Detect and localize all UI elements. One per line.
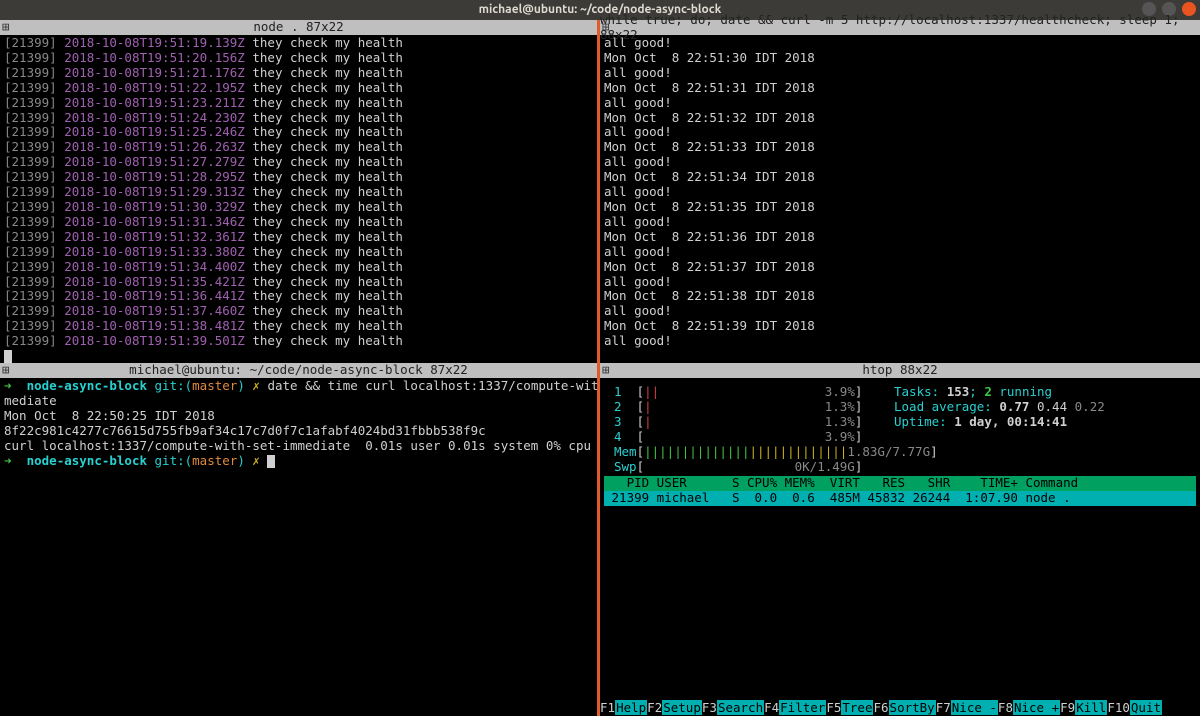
pane-title-top-left: ⊞ node . 87x22 bbox=[0, 20, 597, 35]
corner-icon: ⊞ bbox=[602, 20, 610, 35]
output-line: curl localhost:1337/compute-with-set-imm… bbox=[4, 439, 593, 454]
htop-function-keys: F1Help F2SetupF3SearchF4FilterF5Tree F6S… bbox=[600, 701, 1200, 716]
date-line: Mon Oct 8 22:51:34 IDT 2018 bbox=[604, 170, 1196, 185]
log-line: [21399] 2018-10-08T19:51:27.279Z they ch… bbox=[4, 155, 593, 170]
corner-icon: ⊞ bbox=[2, 20, 10, 35]
fkey-f3[interactable]: F3Search bbox=[702, 701, 764, 716]
log-line: [21399] 2018-10-08T19:51:33.380Z they ch… bbox=[4, 245, 593, 260]
log-line: [21399] 2018-10-08T19:51:23.211Z they ch… bbox=[4, 96, 593, 111]
pane-healthcheck[interactable]: all good!Mon Oct 8 22:51:30 IDT 2018all … bbox=[600, 35, 1200, 363]
date-line: Mon Oct 8 22:51:31 IDT 2018 bbox=[604, 81, 1196, 96]
log-line: [21399] 2018-10-08T19:51:37.460Z they ch… bbox=[4, 304, 593, 319]
prompt-line: ➜ node-async-block git:(master) ✗ date &… bbox=[4, 379, 593, 394]
log-line: [21399] 2018-10-08T19:51:21.176Z they ch… bbox=[4, 66, 593, 81]
swap-meter: Swp[ 0K/1.49G] bbox=[614, 460, 894, 475]
date-line: Mon Oct 8 22:51:33 IDT 2018 bbox=[604, 140, 1196, 155]
cpu-meter: 4 [ 3.9%] bbox=[614, 430, 894, 445]
log-line: [21399] 2018-10-08T19:51:29.313Z they ch… bbox=[4, 185, 593, 200]
date-line: Mon Oct 8 22:51:32 IDT 2018 bbox=[604, 111, 1196, 126]
log-line: [21399] 2018-10-08T19:51:26.263Z they ch… bbox=[4, 140, 593, 155]
fkey-f7[interactable]: F7Nice - bbox=[936, 701, 998, 716]
date-line: Mon Oct 8 22:51:35 IDT 2018 bbox=[604, 200, 1196, 215]
fkey-f1[interactable]: F1Help bbox=[600, 701, 647, 716]
health-line: all good! bbox=[604, 96, 1196, 111]
load-line: Load average: 0.77 0.44 0.22 bbox=[894, 400, 1105, 415]
date-line: Mon Oct 8 22:51:36 IDT 2018 bbox=[604, 230, 1196, 245]
date-line: Mon Oct 8 22:51:30 IDT 2018 bbox=[604, 51, 1196, 66]
process-row[interactable]: 21399 michael S 0.0 0.6 485M 45832 26244… bbox=[604, 491, 1196, 506]
pane-title-top-right: ⊞ while true; do; date && curl -m 5 http… bbox=[600, 20, 1200, 35]
log-line: [21399] 2018-10-08T19:51:35.421Z they ch… bbox=[4, 275, 593, 290]
prompt-line[interactable]: ➜ node-async-block git:(master) ✗ bbox=[4, 454, 593, 469]
log-line: [21399] 2018-10-08T19:51:30.329Z they ch… bbox=[4, 200, 593, 215]
pane-node-log[interactable]: [21399] 2018-10-08T19:51:19.139Z they ch… bbox=[0, 35, 597, 363]
corner-icon: ⊞ bbox=[2, 363, 10, 378]
fkey-f8[interactable]: F8Nice + bbox=[998, 701, 1060, 716]
log-line: [21399] 2018-10-08T19:51:25.246Z they ch… bbox=[4, 125, 593, 140]
health-line: all good! bbox=[604, 245, 1196, 260]
log-line: [21399] 2018-10-08T19:51:24.230Z they ch… bbox=[4, 111, 593, 126]
output-line: Mon Oct 8 22:50:25 IDT 2018 bbox=[4, 409, 593, 424]
log-line: [21399] 2018-10-08T19:51:32.361Z they ch… bbox=[4, 230, 593, 245]
log-line: [21399] 2018-10-08T19:51:39.501Z they ch… bbox=[4, 334, 593, 349]
log-line: [21399] 2018-10-08T19:51:34.400Z they ch… bbox=[4, 260, 593, 275]
log-line: [21399] 2018-10-08T19:51:28.295Z they ch… bbox=[4, 170, 593, 185]
pane-shell[interactable]: ➜ node-async-block git:(master) ✗ date &… bbox=[0, 378, 597, 716]
date-line: Mon Oct 8 22:51:37 IDT 2018 bbox=[604, 260, 1196, 275]
log-line: [21399] 2018-10-08T19:51:38.481Z they ch… bbox=[4, 319, 593, 334]
log-line: [21399] 2018-10-08T19:51:22.195Z they ch… bbox=[4, 81, 593, 96]
fkey-f4[interactable]: F4Filter bbox=[764, 701, 826, 716]
health-line: all good! bbox=[604, 215, 1196, 230]
cpu-meter: 1 [|| 3.9%] bbox=[614, 385, 894, 400]
cpu-meter: 2 [| 1.3%] bbox=[614, 400, 894, 415]
htop-header[interactable]: PID USER S CPU% MEM% VIRT RES SHR TIME+ … bbox=[604, 476, 1196, 491]
date-line: Mon Oct 8 22:51:39 IDT 2018 bbox=[604, 319, 1196, 334]
pane-title-bottom-right: ⊞ htop 88x22 bbox=[600, 363, 1200, 378]
fkey-f6[interactable]: F6SortBy bbox=[873, 701, 935, 716]
log-line: [21399] 2018-10-08T19:51:19.139Z they ch… bbox=[4, 36, 593, 51]
fkey-f9[interactable]: F9Kill bbox=[1060, 701, 1107, 716]
log-line: [21399] 2018-10-08T19:51:31.346Z they ch… bbox=[4, 215, 593, 230]
date-line: Mon Oct 8 22:51:38 IDT 2018 bbox=[604, 289, 1196, 304]
health-line: all good! bbox=[604, 125, 1196, 140]
fkey-f10[interactable]: F10Quit bbox=[1107, 701, 1162, 716]
tasks-line: Tasks: 153; 2 running bbox=[894, 385, 1105, 400]
health-line: all good! bbox=[604, 185, 1196, 200]
health-line: all good! bbox=[604, 155, 1196, 170]
uptime-line: Uptime: 1 day, 00:14:41 bbox=[894, 415, 1105, 430]
corner-icon: ⊞ bbox=[602, 363, 610, 378]
health-line: all good! bbox=[604, 334, 1196, 349]
output-line: 8f22c981c4277c76615d755fb9af34c17c7d0f7c… bbox=[4, 424, 593, 439]
fkey-f2[interactable]: F2Setup bbox=[647, 701, 702, 716]
pane-title-bottom-left: ⊞ michael@ubuntu: ~/code/node-async-bloc… bbox=[0, 363, 597, 378]
fkey-f5[interactable]: F5Tree bbox=[826, 701, 873, 716]
log-line: [21399] 2018-10-08T19:51:36.441Z they ch… bbox=[4, 289, 593, 304]
health-line: all good! bbox=[604, 66, 1196, 81]
health-line: all good! bbox=[604, 304, 1196, 319]
log-line: [21399] 2018-10-08T19:51:20.156Z they ch… bbox=[4, 51, 593, 66]
cursor bbox=[267, 455, 275, 468]
mem-meter: Mem[|||||||||||||||||||||||||||1.83G/7.7… bbox=[614, 445, 894, 460]
pane-htop[interactable]: 1 [|| 3.9%]2 [| 1.3%]3 [| 1.3%]4 [ 3.9%]… bbox=[600, 378, 1200, 716]
cpu-meter: 3 [| 1.3%] bbox=[614, 415, 894, 430]
tmux-grid: ⊞ node . 87x22 ⊞ while true; do; date &&… bbox=[0, 20, 1200, 716]
health-line: all good! bbox=[604, 275, 1196, 290]
